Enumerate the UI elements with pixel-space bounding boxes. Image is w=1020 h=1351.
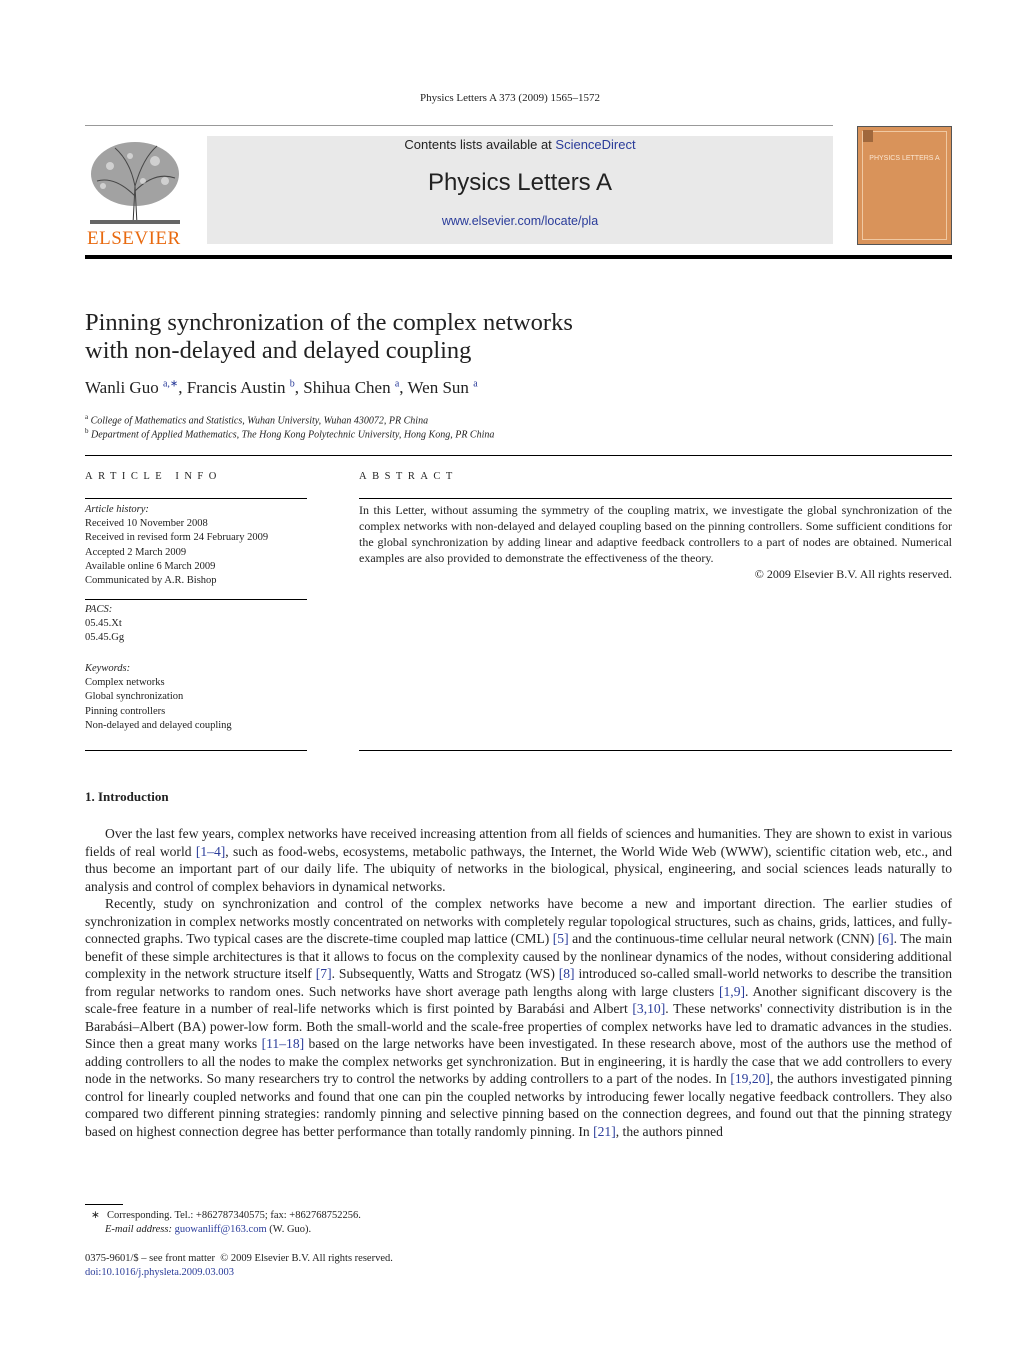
citation-link[interactable]: [6] bbox=[878, 931, 894, 946]
affiliation-mark: a bbox=[85, 413, 89, 421]
author-list: Wanli Guo a,∗, Francis Austin b, Shihua … bbox=[85, 378, 478, 397]
divider bbox=[85, 455, 952, 456]
divider bbox=[85, 750, 307, 751]
sciencedirect-link[interactable]: ScienceDirect bbox=[555, 137, 635, 152]
title-line-2: with non-delayed and delayed coupling bbox=[85, 337, 472, 364]
title-line-1: Pinning synchronization of the complex n… bbox=[85, 309, 573, 336]
history-label: Article history: bbox=[85, 504, 149, 515]
cover-frame bbox=[862, 131, 947, 240]
author: Shihua Chen a bbox=[303, 378, 399, 397]
keyword: Global synchronization bbox=[85, 691, 184, 703]
keyword: Pinning controllers bbox=[85, 705, 166, 717]
body-text: Over the last few years, complex network… bbox=[85, 825, 952, 1140]
affiliation: a College of Mathematics and Statistics,… bbox=[85, 413, 428, 426]
journal-url-link[interactable]: www.elsevier.com/locate/pla bbox=[442, 214, 598, 228]
author-name: Wanli Guo bbox=[85, 378, 159, 397]
journal-cover-image: PHYSICS LETTERS A bbox=[857, 126, 952, 245]
affiliation: b Department of Applied Mathematics, The… bbox=[85, 427, 494, 440]
affiliation-mark: b bbox=[85, 427, 89, 435]
citation-link[interactable]: [3,10] bbox=[632, 1001, 665, 1016]
author-sup[interactable]: a bbox=[395, 378, 399, 389]
citation-link[interactable]: [1,9] bbox=[719, 984, 745, 999]
text: and the continuous-time cellular neural … bbox=[568, 931, 878, 946]
abstract-heading: ABSTRACT bbox=[359, 471, 458, 482]
author: Wen Sun a bbox=[408, 378, 478, 397]
abstract-body: In this Letter, without assuming the sym… bbox=[359, 503, 952, 583]
text: , the authors pinned bbox=[615, 1123, 723, 1139]
keywords-label: Keywords: bbox=[85, 663, 131, 674]
front-matter: 0375-9601/$ – see front matter © 2009 El… bbox=[85, 1252, 393, 1280]
divider bbox=[85, 125, 833, 126]
abstract-copyright: © 2009 Elsevier B.V. All rights reserved… bbox=[754, 566, 952, 581]
contents-prefix: Contents lists available at bbox=[404, 137, 556, 152]
history-item: Received in revised form 24 February 200… bbox=[85, 532, 269, 544]
abstract-text: In this Letter, without assuming the sym… bbox=[359, 503, 952, 565]
citation-link[interactable]: [1–4] bbox=[196, 844, 225, 859]
cover-emblem-icon bbox=[863, 130, 873, 142]
corresponding-text: Corresponding. Tel.: +862787340575; fax:… bbox=[107, 1210, 361, 1221]
citation-link[interactable]: [5] bbox=[553, 931, 569, 946]
contents-line: Contents lists available at ScienceDirec… bbox=[207, 137, 833, 152]
author-name: Shihua Chen bbox=[303, 378, 391, 397]
pacs-label: PACS: bbox=[85, 604, 113, 615]
header-rule bbox=[85, 255, 952, 259]
keyword: Non-delayed and delayed coupling bbox=[85, 719, 232, 731]
author-sup[interactable]: a,∗ bbox=[163, 378, 178, 389]
affiliation-text: Department of Applied Mathematics, The H… bbox=[91, 429, 495, 441]
article-title: Pinning synchronization of the complex n… bbox=[85, 309, 573, 365]
citation-link[interactable]: [11–18] bbox=[262, 1036, 305, 1051]
doi-link[interactable]: doi:10.1016/j.physleta.2009.03.003 bbox=[85, 1267, 234, 1278]
email-note: E-mail address: guowanliff@163.com (W. G… bbox=[85, 1223, 361, 1237]
pacs-section: PACS: 05.45.Xt 05.45.Gg bbox=[85, 603, 307, 646]
text: . Subsequently, Watts and Strogatz (WS) bbox=[331, 966, 559, 981]
journal-banner: Contents lists available at ScienceDirec… bbox=[207, 136, 833, 244]
email-suffix: (W. Guo). bbox=[266, 1224, 312, 1235]
footnote: ∗ Corresponding. Tel.: +862787340575; fax… bbox=[85, 1209, 361, 1237]
article-info-heading: ARTICLE INFO bbox=[85, 471, 222, 482]
history-item: Available online 6 March 2009 bbox=[85, 560, 216, 572]
article-history: Article history: Received 10 November 20… bbox=[85, 503, 307, 588]
history-item: Communicated by A.R. Bishop bbox=[85, 575, 217, 587]
author-name: Francis Austin bbox=[186, 378, 286, 397]
cover-title: PHYSICS LETTERS A bbox=[869, 155, 940, 162]
author-name: Wen Sun bbox=[407, 378, 469, 397]
corresponding-note: ∗ Corresponding. Tel.: +862787340575; fax… bbox=[85, 1209, 361, 1223]
email-link[interactable]: guowanliff@163.com bbox=[175, 1224, 267, 1235]
author: Francis Austin b bbox=[187, 378, 295, 397]
issn-line: 0375-9601/$ – see front matter © 2009 El… bbox=[85, 1253, 393, 1264]
journal-reference: Physics Letters A 373 (2009) 1565–1572 bbox=[420, 92, 600, 104]
footnote-rule bbox=[85, 1204, 123, 1205]
paper-page: Physics Letters A 373 (2009) 1565–1572 E… bbox=[0, 0, 1020, 1351]
history-item: Accepted 2 March 2009 bbox=[85, 546, 187, 558]
paragraph: Recently, study on synchronization and c… bbox=[85, 895, 952, 1140]
citation-link[interactable]: [19,20] bbox=[730, 1071, 770, 1086]
citation-link[interactable]: [7] bbox=[316, 966, 332, 981]
paragraph: Over the last few years, complex network… bbox=[85, 825, 952, 895]
citation-link[interactable]: [21] bbox=[593, 1124, 616, 1139]
author-sup[interactable]: b bbox=[290, 378, 295, 389]
divider bbox=[85, 599, 307, 600]
divider bbox=[359, 750, 952, 751]
keyword: Complex networks bbox=[85, 677, 165, 689]
elsevier-logo-text: ELSEVIER bbox=[87, 228, 181, 249]
affiliation-text: College of Mathematics and Statistics, W… bbox=[90, 415, 429, 427]
history-item: Received 10 November 2008 bbox=[85, 518, 208, 530]
section-heading: 1. Introduction bbox=[85, 789, 169, 804]
divider bbox=[359, 498, 952, 499]
divider bbox=[85, 498, 307, 499]
pacs-item: 05.45.Gg bbox=[85, 632, 125, 644]
pacs-item: 05.45.Xt bbox=[85, 618, 122, 630]
footnote-mark: ∗ bbox=[91, 1210, 100, 1221]
journal-name: Physics Letters A bbox=[427, 169, 613, 196]
citation-link[interactable]: [8] bbox=[559, 966, 575, 981]
keywords-section: Keywords: Complex networks Global synchr… bbox=[85, 662, 307, 733]
author: Wanli Guo a,∗ bbox=[85, 378, 178, 397]
email-label: E-mail address: bbox=[105, 1224, 172, 1235]
author-sup[interactable]: a bbox=[473, 378, 477, 389]
